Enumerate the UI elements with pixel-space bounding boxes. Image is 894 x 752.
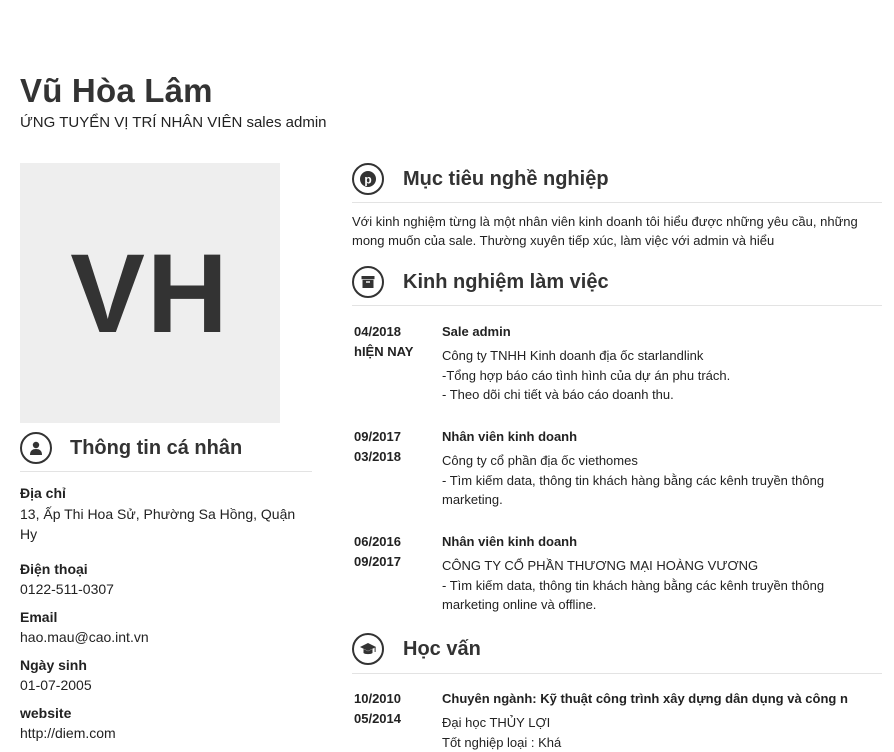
job-title: Nhân viên kinh doanh xyxy=(442,534,577,549)
avatar-initials: VH xyxy=(70,229,230,358)
job-detail: - Tìm kiếm data, thông tin khách hàng bằ… xyxy=(442,576,882,615)
phone-label: Điện thoại xyxy=(20,561,88,577)
job-end-date: 09/2017 xyxy=(354,552,401,572)
birthdate-label: Ngày sinh xyxy=(20,657,87,673)
personal-info-title: Thông tin cá nhân xyxy=(70,437,242,460)
job-description: Công ty cổ phần địa ốc viethomes - Tìm k… xyxy=(442,451,882,510)
education-title: Học vấn xyxy=(403,638,481,661)
experience-title: Kinh nghiệm làm việc xyxy=(403,271,609,294)
address-value: 13, Ấp Thi Hoa Sử, Phường Sa Hồng, Quận … xyxy=(20,504,305,544)
edu-description: Đại học THỦY LỢI Tốt nghiệp loại : Khá xyxy=(442,713,882,752)
edu-note: Tốt nghiệp loại : Khá xyxy=(442,733,882,752)
avatar: VH xyxy=(20,163,280,423)
edu-school: Đại học THỦY LỢI xyxy=(442,713,882,733)
address-label: Địa chỉ xyxy=(20,485,66,501)
section-divider xyxy=(352,673,882,674)
section-divider xyxy=(352,305,882,306)
job-title: Sale admin xyxy=(442,324,511,339)
job-start-date: 04/2018 xyxy=(354,322,401,342)
job-title: Nhân viên kinh doanh xyxy=(442,429,577,444)
website-label: website xyxy=(20,705,71,721)
job-detail: - Tìm kiếm data, thông tin khách hàng bằ… xyxy=(442,471,882,510)
objective-text: Với kinh nghiệm từng là một nhân viên ki… xyxy=(352,212,882,250)
applied-position: ỨNG TUYỂN VỊ TRÍ NHÂN VIÊN sales admin xyxy=(20,114,327,131)
svg-text:p: p xyxy=(364,173,371,187)
job-detail: - Theo dõi chi tiết và báo cáo doanh thu… xyxy=(442,385,882,405)
section-divider xyxy=(352,202,882,203)
job-company: Công ty cổ phần địa ốc viethomes xyxy=(442,451,882,471)
edu-end-date: 05/2014 xyxy=(354,709,401,729)
edu-major: Chuyên ngành: Kỹ thuật công trình xây dự… xyxy=(442,691,882,706)
job-detail: -Tổng hợp báo cáo tình hình của dự án ph… xyxy=(442,366,882,386)
job-description: CÔNG TY CỔ PHẦN THƯƠNG MẠI HOÀNG VƯƠNG -… xyxy=(442,556,882,615)
objective-title: Mục tiêu nghề nghiệp xyxy=(403,168,609,191)
user-icon xyxy=(20,432,52,464)
section-divider xyxy=(20,471,312,472)
email-value: hao.mau@cao.int.vn xyxy=(20,627,305,647)
phone-value: 0122-511-0307 xyxy=(20,579,305,599)
pinterest-icon: p xyxy=(352,163,384,195)
edu-start-date: 10/2010 xyxy=(354,689,401,709)
website-value: http://diem.com xyxy=(20,723,305,743)
archive-box-icon xyxy=(352,266,384,298)
birthdate-value: 01-07-2005 xyxy=(20,675,305,695)
job-company: CÔNG TY CỔ PHẦN THƯƠNG MẠI HOÀNG VƯƠNG xyxy=(442,556,882,576)
job-start-date: 06/2016 xyxy=(354,532,401,552)
graduation-cap-icon xyxy=(352,633,384,665)
job-company: Công ty TNHH Kinh doanh địa ốc starlandl… xyxy=(442,346,882,366)
job-end-date: 03/2018 xyxy=(354,447,401,467)
job-start-date: 09/2017 xyxy=(354,427,401,447)
job-description: Công ty TNHH Kinh doanh địa ốc starlandl… xyxy=(442,346,882,405)
candidate-name: Vũ Hòa Lâm xyxy=(20,72,213,110)
email-label: Email xyxy=(20,609,57,625)
job-end-date: hIỆN NAY xyxy=(354,342,413,362)
